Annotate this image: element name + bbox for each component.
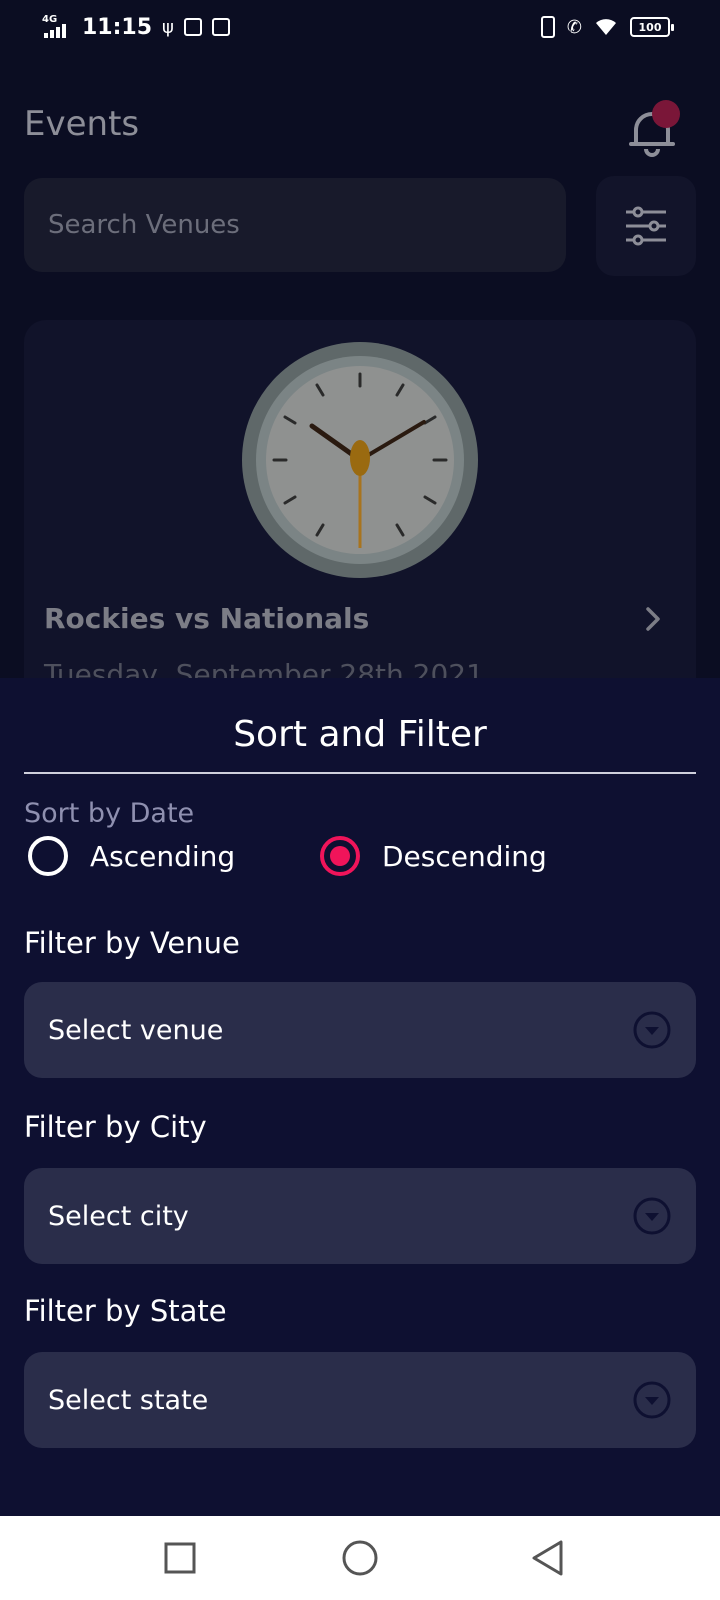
state-select[interactable]: Select state [24,1352,696,1448]
home-circle-icon [342,1540,378,1576]
status-bar: 4G 11:15 ψ ✆ 100 [0,0,720,56]
back-triangle-icon [532,1540,563,1576]
status-right: ✆ 100 [540,16,674,38]
sort-descending-option[interactable]: Descending [320,836,547,876]
wifi-call-icon: ✆ [566,16,582,38]
chevron-down-circle-icon [633,1011,671,1049]
sort-ascending-label: Ascending [90,839,236,873]
search-field[interactable] [24,178,566,272]
vibrate-icon [540,16,555,38]
sort-filter-button[interactable] [596,176,696,276]
home-button[interactable] [338,1536,382,1580]
mail-icon [211,18,230,36]
notifications-button[interactable] [622,100,682,160]
radio-selected-icon[interactable] [320,836,360,876]
wifi-icon [596,19,616,35]
radio-unselected-icon[interactable] [28,836,68,876]
city-select[interactable]: Select city [24,1168,696,1264]
app-screen: 4G 11:15 ψ ✆ 100 Events Search Venues Ro… [0,0,720,1600]
events-page: 4G 11:15 ψ ✆ 100 Events Search Venues Ro… [0,0,720,700]
signal-icon: 4G [42,14,72,40]
sliders-icon [626,206,666,246]
sort-filter-sheet: Sort and Filter Sort by Date Ascending D… [0,678,720,1516]
search-input[interactable] [48,210,542,240]
filter-venue-label: Filter by Venue [24,926,240,960]
status-left: 4G 11:15 ψ [42,14,230,40]
usb-icon: ψ [162,16,174,38]
battery-icon: 100 [630,17,674,37]
city-select-text: Select city [48,1200,189,1232]
filter-city-label: Filter by City [24,1110,207,1144]
recents-square-icon [164,1542,196,1574]
venue-select[interactable]: Select venue [24,982,696,1078]
chevron-down-circle-icon [633,1197,671,1235]
clock-image [242,342,478,578]
recents-button[interactable] [158,1536,202,1580]
venue-select-text: Select venue [48,1014,224,1046]
chevron-down-circle-icon [633,1381,671,1419]
event-card[interactable]: Rockies vs Nationals Tuesday, September … [24,320,696,700]
sort-descending-label: Descending [382,839,547,873]
status-time: 11:15 [82,14,153,40]
notification-app-icon [183,18,202,36]
event-title: Rockies vs Nationals [44,602,370,635]
sort-ascending-option[interactable]: Ascending [28,836,235,876]
back-button[interactable] [526,1536,570,1580]
chevron-right-icon [646,607,660,631]
filter-state-label: Filter by State [24,1294,227,1328]
page-title: Events [24,104,140,144]
notification-badge [652,100,680,128]
sheet-title: Sort and Filter [233,714,487,755]
system-nav-bar [0,1516,720,1600]
state-select-text: Select state [48,1384,209,1416]
sort-by-date-label: Sort by Date [24,798,195,829]
sheet-divider [24,772,696,774]
battery-level: 100 [638,20,662,34]
